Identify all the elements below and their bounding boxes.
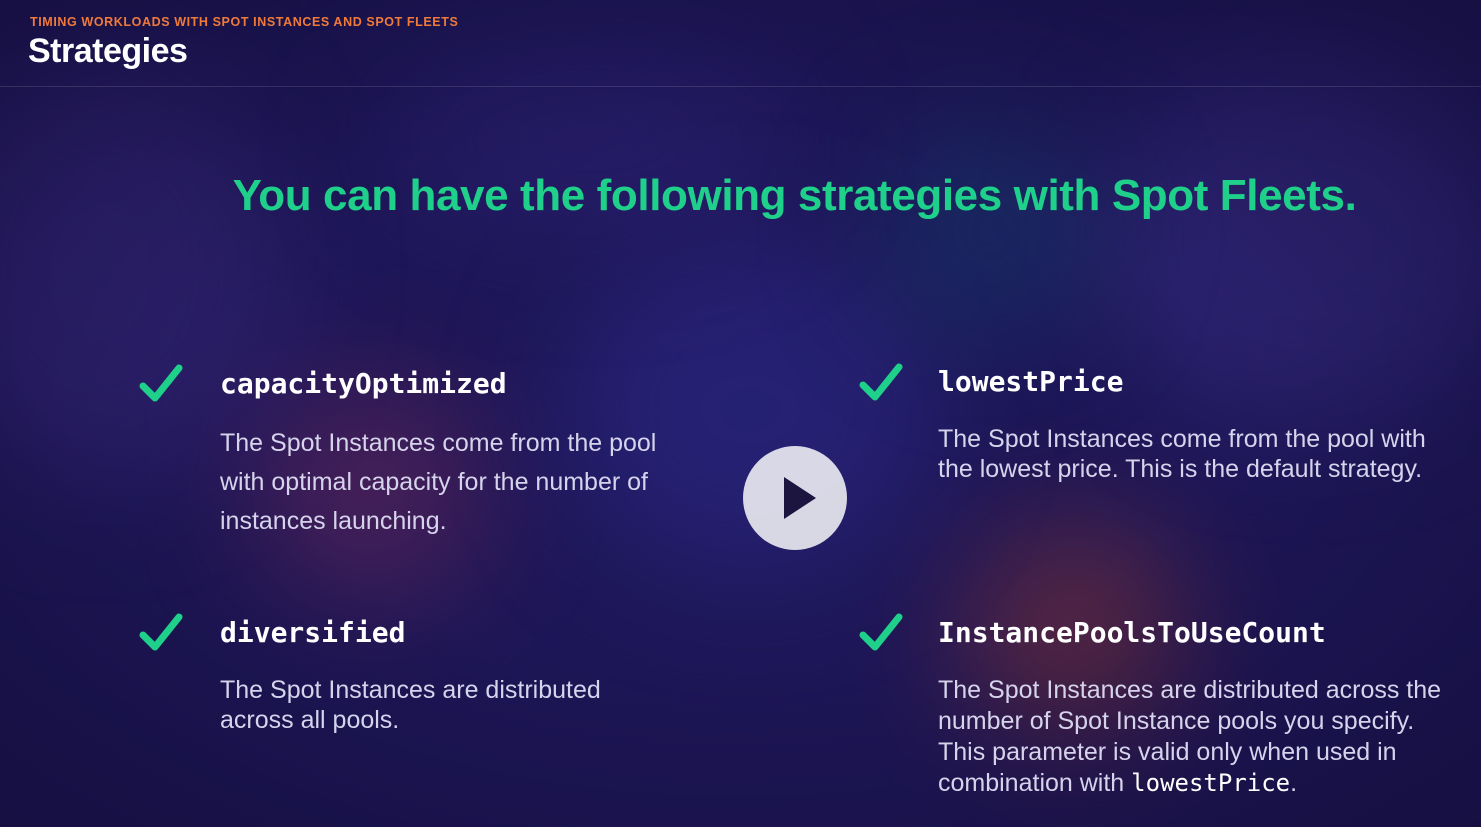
strategy-description: The Spot Instances are distributed acros…	[938, 675, 1453, 799]
play-icon	[784, 477, 816, 519]
slide-header: TIMING WORKLOADS WITH SPOT INSTANCES AND…	[0, 0, 1481, 87]
strategy-description: The Spot Instances are distributed acros…	[220, 676, 601, 734]
play-button[interactable]	[743, 446, 847, 550]
strategy-description: The Spot Instances come from the pool wi…	[938, 425, 1426, 483]
page-title: Strategies	[28, 32, 188, 70]
checkmark-icon	[859, 611, 903, 655]
strategy-name: capacityOptimized	[220, 367, 507, 400]
section-eyebrow: TIMING WORKLOADS WITH SPOT INSTANCES AND…	[30, 15, 459, 29]
strategy-description-end: .	[1290, 769, 1298, 797]
strategy-description: The Spot Instances come from the pool wi…	[220, 429, 657, 535]
strategy-name: diversified	[220, 616, 406, 649]
strategy-name: InstancePoolsToUseCount	[938, 616, 1326, 649]
checkmark-icon	[139, 611, 183, 655]
strategy-name: lowestPrice	[938, 365, 1124, 398]
inline-code-lowest-price: lowestPrice	[1131, 769, 1291, 797]
checkmark-icon	[859, 361, 903, 405]
checkmark-icon	[139, 362, 183, 406]
slide-headline: You can have the following strategies wi…	[232, 171, 1357, 220]
